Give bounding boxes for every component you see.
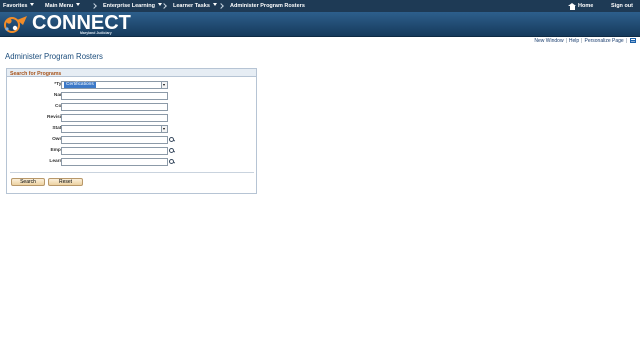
page-menu-icon[interactable] — [630, 38, 636, 43]
breadcrumb-separator-icon — [162, 3, 166, 9]
code-row: Code — [7, 103, 257, 112]
panel-divider — [10, 172, 254, 173]
favorites-menu[interactable]: Favorites — [3, 3, 35, 9]
owner-row: Owner — [7, 136, 257, 145]
favorites-label: Favorites — [3, 3, 28, 9]
home-icon[interactable] — [568, 2, 576, 10]
logo-subtitle: Maryland Judiciary — [80, 31, 112, 35]
link-divider: | — [565, 38, 567, 44]
link-divider: | — [581, 38, 583, 44]
breadcrumb-current-page: Administer Program Rosters — [230, 3, 305, 9]
learner-input[interactable] — [61, 158, 168, 166]
type-row: *Type Certifications — [7, 81, 257, 90]
type-selected-value: Certifications — [64, 82, 96, 88]
home-link[interactable]: Home — [578, 3, 593, 9]
learner-row: Learner — [7, 158, 257, 167]
link-divider: | — [625, 38, 627, 44]
help-link[interactable]: Help — [569, 38, 579, 44]
emplid-input[interactable] — [61, 147, 168, 155]
dropdown-arrow-icon[interactable] — [161, 82, 167, 88]
main-menu-label: Main Menu — [45, 3, 74, 9]
emplid-lookup-search-icon[interactable] — [169, 147, 175, 154]
code-input[interactable] — [61, 103, 168, 111]
personalize-page-link[interactable]: Personalize Page — [584, 38, 623, 44]
enterprise-learning-menu[interactable]: Enterprise Learning — [103, 3, 162, 9]
search-panel-heading: Search for Programs — [7, 69, 256, 77]
main-menu[interactable]: Main Menu — [45, 3, 81, 9]
reset-button[interactable]: Reset — [48, 178, 83, 186]
revision-row: Revision — [7, 114, 257, 123]
chevron-down-icon — [76, 3, 81, 6]
owner-input[interactable] — [61, 136, 168, 144]
name-row: Name — [7, 92, 257, 101]
search-button[interactable]: Search — [11, 178, 45, 186]
page-title: Administer Program Rosters — [5, 52, 103, 61]
new-window-link[interactable]: New Window — [534, 38, 563, 44]
owner-lookup-search-icon[interactable] — [169, 136, 175, 143]
enterprise-learning-label: Enterprise Learning — [103, 3, 155, 9]
top-navigation-bar: Favorites Main Menu Enterprise Learning … — [0, 0, 640, 12]
breadcrumb-separator-icon — [219, 3, 223, 9]
chevron-down-icon — [30, 3, 35, 6]
connect-logo-mark-icon — [4, 16, 27, 33]
chevron-down-icon — [212, 3, 217, 6]
learner-tasks-menu[interactable]: Learner Tasks — [173, 3, 217, 9]
status-select[interactable] — [61, 125, 168, 133]
dropdown-arrow-icon[interactable] — [161, 126, 167, 132]
learner-lookup-search-icon[interactable] — [169, 158, 175, 165]
utility-links: New Window | Help | Personalize Page | — [533, 38, 636, 47]
name-input[interactable] — [61, 92, 168, 100]
learner-tasks-label: Learner Tasks — [173, 3, 210, 9]
status-row: Status — [7, 125, 257, 134]
revision-input[interactable] — [61, 114, 168, 122]
emplid-row: EmplID — [7, 147, 257, 156]
type-select[interactable]: Certifications — [61, 81, 168, 89]
sign-out-link[interactable]: Sign out — [611, 3, 633, 9]
breadcrumb-separator-icon — [92, 3, 96, 9]
search-panel: Search for Programs *Type Certifications… — [6, 68, 257, 194]
